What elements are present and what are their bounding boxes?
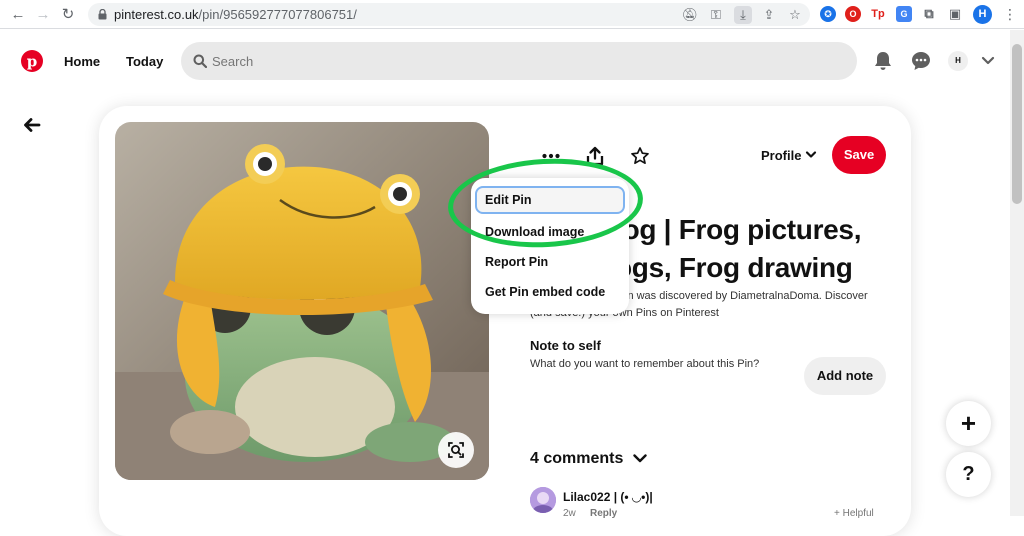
share-pin-icon[interactable] — [585, 146, 605, 166]
comment-helpful-button[interactable]: + Helpful — [834, 508, 874, 519]
menu-item-embed-code[interactable]: Get Pin embed code — [475, 278, 625, 306]
menu-item-download-image[interactable]: Download image — [475, 218, 625, 246]
visual-search-button[interactable] — [438, 432, 474, 468]
back-arrow-icon[interactable] — [22, 115, 42, 135]
search-bar[interactable] — [181, 42, 857, 80]
translate-extension-icon[interactable]: G — [896, 6, 912, 22]
chevron-down-icon[interactable] — [632, 452, 648, 466]
bookmark-star-icon[interactable]: ☆ — [786, 6, 804, 24]
note-to-self-title: Note to self — [530, 338, 601, 353]
install-app-icon[interactable]: ⤓ — [734, 6, 752, 24]
nav-today[interactable]: Today — [126, 54, 163, 69]
forward-icon[interactable]: → — [33, 5, 53, 25]
pin-closeup-card: Profile Save rog | Frog pictures, ogs, F… — [99, 106, 911, 536]
notifications-blocked-icon[interactable]: 🔕︎ — [681, 6, 699, 24]
comment-age: 2w — [563, 508, 576, 519]
save-button[interactable]: Save — [832, 136, 886, 174]
svg-text:p: p — [27, 53, 38, 71]
url-path: /pin/956592777077806751/ — [198, 7, 357, 22]
more-options-icon[interactable] — [541, 146, 561, 166]
pin-title-line-2: ogs, Frog drawing — [615, 252, 853, 283]
puzzle-icon[interactable]: ⧉ — [921, 6, 937, 22]
comment-author[interactable]: Lilac022 | (• ◡•)| — [563, 490, 653, 504]
pin-image[interactable] — [115, 122, 489, 480]
add-note-button[interactable]: Add note — [804, 357, 886, 395]
key-icon[interactable]: ⚿ — [707, 6, 725, 24]
url-host: pinterest.co.uk — [114, 7, 199, 22]
menu-item-edit-pin[interactable]: Edit Pin — [475, 186, 625, 214]
browser-toolbar: ← → ↻ pinterest.co.uk/pin/95659277707780… — [0, 0, 1024, 29]
address-bar[interactable]: pinterest.co.uk/pin/956592777077806751/ … — [88, 3, 810, 26]
comment-reply-link[interactable]: Reply — [590, 508, 617, 519]
chevron-down-icon[interactable] — [805, 150, 817, 160]
pinterest-logo[interactable]: p — [21, 50, 43, 72]
search-input[interactable] — [212, 52, 812, 70]
url-text: pinterest.co.uk/pin/956592777077806751/ — [114, 7, 357, 22]
messages-icon[interactable] — [910, 50, 932, 72]
plus-icon: + — [960, 408, 977, 438]
nav-home[interactable]: Home — [64, 54, 100, 69]
menu-item-report-pin[interactable]: Report Pin — [475, 248, 625, 276]
user-avatar[interactable]: H — [948, 51, 968, 71]
back-icon[interactable]: ← — [8, 5, 28, 25]
tp-extension-icon[interactable]: Tp — [870, 6, 886, 22]
bell-icon[interactable] — [872, 50, 894, 72]
pin-title-line-1: rog | Frog pictures, — [612, 214, 862, 245]
extension-blue-icon[interactable]: ✪ — [820, 6, 836, 22]
favorite-star-icon[interactable] — [630, 146, 650, 166]
scrollbar-thumb[interactable] — [1012, 44, 1022, 204]
share-icon[interactable]: ⇪ — [760, 6, 778, 24]
help-button[interactable]: ? — [946, 452, 991, 497]
visual-search-icon — [448, 442, 464, 458]
site-header: p Home Today H — [0, 30, 1010, 94]
comment-avatar[interactable] — [530, 487, 556, 513]
board-selector[interactable]: Profile — [761, 148, 801, 163]
opera-icon[interactable]: O — [845, 6, 861, 22]
chevron-down-icon[interactable] — [980, 54, 996, 68]
comments-header[interactable]: 4 comments — [530, 450, 623, 468]
create-plus-button[interactable]: + — [946, 401, 991, 446]
search-icon — [193, 54, 207, 68]
more-options-menu: Edit Pin Download image Report Pin Get P… — [471, 178, 629, 314]
browser-profile-avatar[interactable]: H — [973, 5, 992, 24]
lock-icon — [98, 9, 107, 20]
browser-menu-icon[interactable]: ⋮ — [1003, 5, 1017, 24]
help-icon: ? — [962, 463, 975, 485]
side-panel-icon[interactable]: ▣ — [947, 6, 963, 22]
reload-icon[interactable]: ↻ — [58, 5, 78, 25]
page-scrollbar[interactable] — [1010, 30, 1024, 516]
note-to-self-prompt: What do you want to remember about this … — [530, 358, 760, 370]
